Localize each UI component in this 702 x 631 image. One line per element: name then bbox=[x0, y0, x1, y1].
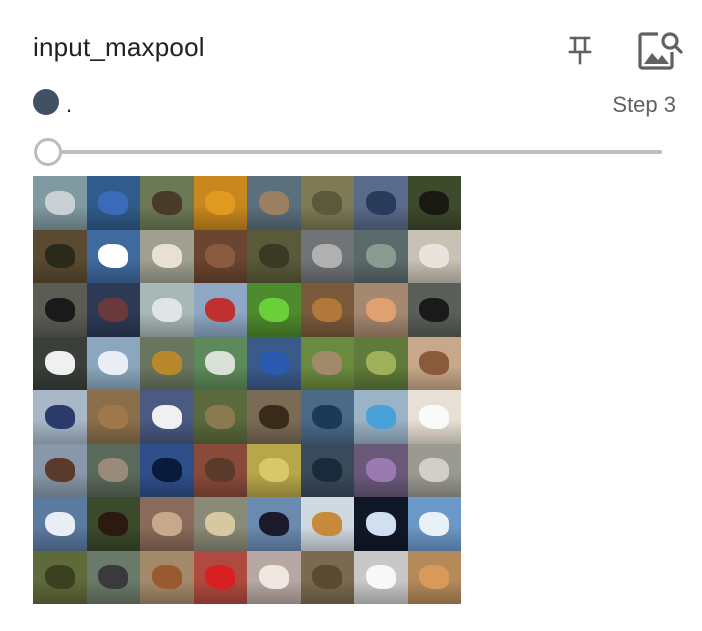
image-tile bbox=[86, 176, 140, 230]
image-tile bbox=[300, 176, 354, 230]
run-name: . bbox=[66, 92, 73, 117]
image-tile bbox=[140, 229, 194, 283]
image-tile bbox=[86, 550, 140, 604]
image-tile bbox=[193, 550, 247, 604]
run-color-dot bbox=[33, 89, 59, 115]
image-tile bbox=[86, 443, 140, 497]
image-tile bbox=[300, 283, 354, 337]
image-tile bbox=[86, 283, 140, 337]
image-tile bbox=[407, 176, 461, 230]
card-title: input_maxpool bbox=[33, 32, 205, 62]
image-tile bbox=[86, 497, 140, 551]
pin-icon bbox=[568, 36, 592, 65]
image-tile bbox=[354, 550, 408, 604]
image-tile bbox=[193, 229, 247, 283]
image-tile bbox=[193, 443, 247, 497]
slider-track bbox=[46, 150, 662, 154]
image-tile bbox=[300, 336, 354, 390]
image-tile bbox=[407, 497, 461, 551]
image-card: input_maxpool . Step 3 bbox=[0, 0, 702, 631]
image-tile bbox=[193, 390, 247, 444]
image-tile bbox=[247, 390, 301, 444]
image-tile bbox=[247, 229, 301, 283]
image-tile bbox=[354, 229, 408, 283]
image-tile bbox=[193, 336, 247, 390]
image-tile bbox=[247, 497, 301, 551]
image-tile bbox=[33, 336, 87, 390]
image-tile bbox=[140, 550, 194, 604]
image-tile bbox=[354, 390, 408, 444]
image-tile bbox=[300, 390, 354, 444]
image-tile bbox=[247, 443, 301, 497]
image-tile bbox=[354, 443, 408, 497]
image-tile bbox=[247, 550, 301, 604]
image-tile bbox=[300, 497, 354, 551]
image-tile bbox=[86, 390, 140, 444]
image-tile bbox=[300, 229, 354, 283]
image-tile bbox=[407, 229, 461, 283]
image-tile bbox=[86, 336, 140, 390]
image-tile bbox=[354, 283, 408, 337]
image-tile bbox=[407, 336, 461, 390]
image-tile bbox=[140, 443, 194, 497]
image-tile bbox=[140, 283, 194, 337]
image-search-icon bbox=[638, 32, 683, 70]
image-tile bbox=[33, 229, 87, 283]
image-tile bbox=[193, 283, 247, 337]
image-tile bbox=[247, 283, 301, 337]
image-tile bbox=[247, 176, 301, 230]
slider-thumb[interactable] bbox=[34, 138, 62, 166]
image-tile bbox=[140, 336, 194, 390]
image-tile bbox=[407, 283, 461, 337]
image-tile bbox=[140, 497, 194, 551]
step-label: Step 3 bbox=[612, 92, 676, 117]
image-tile bbox=[33, 497, 87, 551]
image-tile bbox=[247, 336, 301, 390]
image-tile bbox=[407, 550, 461, 604]
image-tile bbox=[300, 443, 354, 497]
image-tile bbox=[33, 550, 87, 604]
image-tile bbox=[33, 283, 87, 337]
pin-button[interactable] bbox=[562, 30, 598, 70]
image-tile bbox=[193, 176, 247, 230]
image-tile bbox=[193, 497, 247, 551]
image-tile bbox=[33, 390, 87, 444]
image-tile bbox=[300, 550, 354, 604]
image-tile bbox=[407, 443, 461, 497]
image-tile bbox=[33, 176, 87, 230]
image-tile bbox=[407, 390, 461, 444]
image-tile bbox=[140, 390, 194, 444]
image-tile bbox=[354, 497, 408, 551]
image-tile bbox=[354, 336, 408, 390]
step-slider[interactable] bbox=[34, 138, 662, 166]
image-tile bbox=[33, 443, 87, 497]
image-grid bbox=[33, 176, 461, 604]
image-tile bbox=[354, 176, 408, 230]
image-tile bbox=[86, 229, 140, 283]
image-search-button[interactable] bbox=[632, 26, 686, 76]
image-tile bbox=[140, 176, 194, 230]
